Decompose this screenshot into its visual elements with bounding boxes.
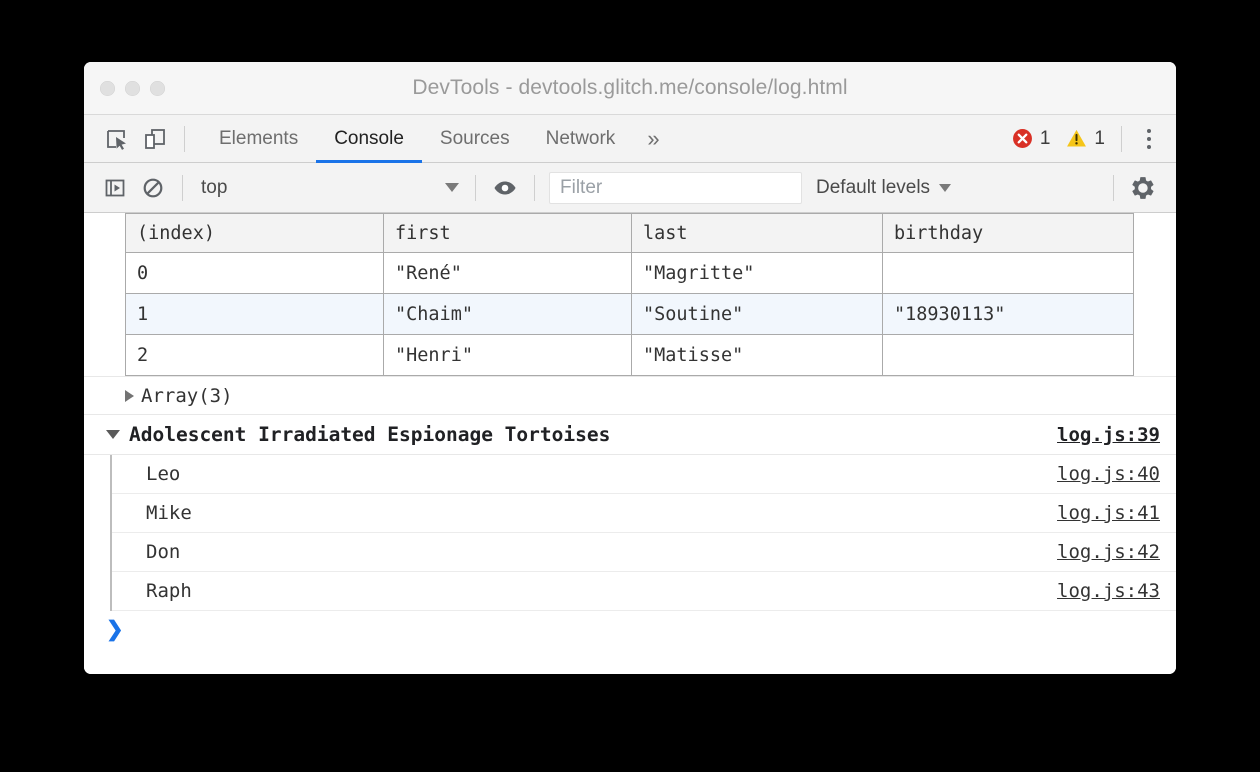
kebab-dot: [1147, 129, 1151, 133]
tab-elements[interactable]: Elements: [201, 115, 316, 163]
array-summary-row[interactable]: Array(3): [84, 377, 1176, 415]
log-text: Don: [146, 541, 180, 563]
column-header-first: first: [384, 214, 632, 253]
execution-context-select[interactable]: top: [193, 173, 465, 203]
cell-birthday: [883, 335, 1134, 376]
more-tabs-button[interactable]: »: [633, 115, 673, 163]
table-row[interactable]: 0 "René" "Magritte": [126, 253, 1134, 294]
error-count: 1: [1040, 128, 1051, 150]
source-link[interactable]: log.js:42: [1057, 541, 1160, 563]
source-link[interactable]: log.js:39: [1057, 424, 1160, 446]
console-group-item: Mike log.js:41: [112, 494, 1176, 533]
warning-counter[interactable]: 1: [1066, 128, 1105, 150]
console-group-body: Leo log.js:40 Mike log.js:41 Don log.js:…: [110, 455, 1176, 611]
cell-first: "René": [384, 253, 632, 294]
column-header-birthday: birthday: [883, 214, 1134, 253]
traffic-lights: [100, 81, 165, 96]
error-counter[interactable]: 1: [1012, 128, 1051, 150]
table-row[interactable]: 1 "Chaim" "Soutine" "18930113": [126, 294, 1134, 335]
table-body: 0 "René" "Magritte" 1 "Chaim" "Soutine" …: [126, 253, 1134, 376]
window-titlebar: DevTools - devtools.glitch.me/console/lo…: [84, 62, 1176, 115]
console-group-item: Raph log.js:43: [112, 572, 1176, 611]
cell-first: "Chaim": [384, 294, 632, 335]
device-toolbar-icon[interactable]: [136, 121, 174, 157]
cell-last: "Soutine": [632, 294, 883, 335]
toolbar-divider: [1121, 126, 1122, 152]
console-prompt[interactable]: ❯: [84, 611, 1176, 659]
expand-triangle-icon[interactable]: [125, 390, 134, 402]
source-link[interactable]: log.js:40: [1057, 463, 1160, 485]
log-levels-select[interactable]: Default levels: [816, 177, 951, 199]
warning-icon: [1066, 128, 1087, 149]
cell-index: 2: [126, 335, 384, 376]
toolbar-divider: [534, 175, 535, 201]
console-sidebar-toggle-icon[interactable]: [96, 170, 134, 206]
log-levels-value: Default levels: [816, 177, 930, 199]
column-header-last: last: [632, 214, 883, 253]
window-title: DevTools - devtools.glitch.me/console/lo…: [84, 76, 1176, 100]
warning-count: 1: [1094, 128, 1105, 150]
console-table-message: (index) first last birthday 0 "René" "Ma…: [84, 213, 1176, 377]
clear-console-icon[interactable]: [134, 170, 172, 206]
log-text: Raph: [146, 580, 192, 602]
toolbar-divider: [184, 126, 185, 152]
source-link[interactable]: log.js:43: [1057, 580, 1160, 602]
console-toolbar-right: [1103, 170, 1176, 206]
chevron-down-icon: [445, 183, 459, 192]
cell-index: 0: [126, 253, 384, 294]
array-summary-label: Array(3): [141, 385, 233, 407]
error-icon: [1012, 128, 1033, 149]
cell-first: "Henri": [384, 335, 632, 376]
console-table: (index) first last birthday 0 "René" "Ma…: [125, 213, 1134, 376]
toolbar-divider: [1113, 175, 1114, 201]
log-text: Mike: [146, 502, 192, 524]
column-header-index: (index): [126, 214, 384, 253]
panel-tabs: Elements Console Sources Network »: [201, 115, 674, 163]
console-group-title: Adolescent Irradiated Espionage Tortoise…: [129, 423, 610, 446]
devtools-tabstrip: Elements Console Sources Network » 1: [84, 115, 1176, 163]
cell-last: "Matisse": [632, 335, 883, 376]
table-header: (index) first last birthday: [126, 214, 1134, 253]
close-button[interactable]: [100, 81, 115, 96]
tab-network[interactable]: Network: [528, 115, 634, 163]
toolbar-divider: [475, 175, 476, 201]
live-expression-eye-icon[interactable]: [486, 170, 524, 206]
execution-context-value: top: [201, 177, 227, 199]
cell-index: 1: [126, 294, 384, 335]
tabstrip-right-controls: 1 1: [1012, 122, 1176, 156]
table-row[interactable]: 2 "Henri" "Matisse": [126, 335, 1134, 376]
filter-input[interactable]: [549, 172, 802, 204]
tab-sources[interactable]: Sources: [422, 115, 528, 163]
kebab-dot: [1147, 145, 1151, 149]
prompt-chevron-icon: ❯: [106, 619, 124, 640]
kebab-dot: [1147, 137, 1151, 141]
console-toolbar: top Default levels: [84, 163, 1176, 213]
tab-console[interactable]: Console: [316, 115, 422, 163]
cell-birthday: "18930113": [883, 294, 1134, 335]
console-group-header[interactable]: Adolescent Irradiated Espionage Tortoise…: [84, 415, 1176, 455]
cell-last: "Magritte": [632, 253, 883, 294]
toolbar-divider: [182, 175, 183, 201]
devtools-menu-button[interactable]: [1132, 122, 1166, 156]
source-link[interactable]: log.js:41: [1057, 502, 1160, 524]
collapse-triangle-icon[interactable]: [106, 430, 120, 439]
cell-birthday: [883, 253, 1134, 294]
minimize-button[interactable]: [125, 81, 140, 96]
chevron-down-icon: [939, 184, 951, 192]
log-text: Leo: [146, 463, 180, 485]
console-message-list: (index) first last birthday 0 "René" "Ma…: [84, 213, 1176, 674]
devtools-window: DevTools - devtools.glitch.me/console/lo…: [84, 62, 1176, 674]
console-group-item: Leo log.js:40: [112, 455, 1176, 494]
console-group-item: Don log.js:42: [112, 533, 1176, 572]
table-header-row: (index) first last birthday: [126, 214, 1134, 253]
settings-gear-icon[interactable]: [1124, 170, 1162, 206]
maximize-button[interactable]: [150, 81, 165, 96]
inspect-element-icon[interactable]: [98, 121, 136, 157]
